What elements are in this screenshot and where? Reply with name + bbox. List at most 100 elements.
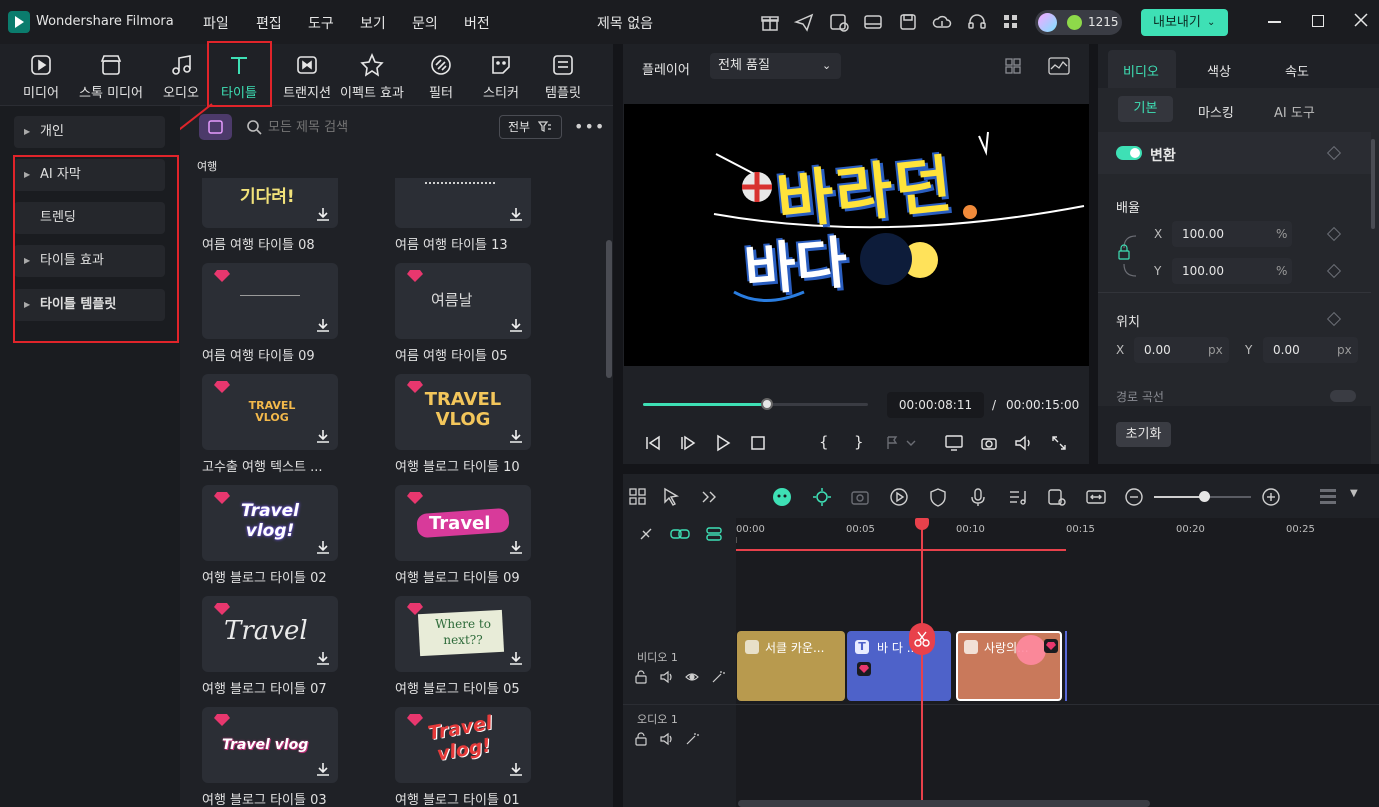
download-icon[interactable] — [507, 649, 525, 667]
zoom-out-icon[interactable] — [1123, 486, 1145, 508]
title-card[interactable] — [202, 263, 338, 339]
tab-media[interactable]: 미디어 — [6, 44, 76, 106]
cloud-upload-icon[interactable] — [931, 11, 953, 33]
scale-y-input[interactable]: 100.00 % — [1172, 258, 1292, 284]
timeline-ruler[interactable]: 00:00 00:05 00:10 00:15 00:20 00:25 — [736, 518, 1379, 551]
timeline-clip[interactable]: 서클 카운... — [737, 631, 845, 701]
position-x-input[interactable]: 0.00 px — [1134, 337, 1229, 363]
step-forward-icon[interactable] — [679, 434, 697, 452]
title-card[interactable]: Travel vlog! — [202, 485, 338, 561]
subtab-basic[interactable]: 기본 — [1118, 96, 1173, 122]
schedule-icon[interactable] — [828, 11, 850, 33]
props-tab-video[interactable]: 비디오 — [1108, 50, 1176, 88]
expand-more-icon[interactable] — [699, 486, 721, 508]
audio-track-icon[interactable] — [1007, 486, 1029, 508]
aspect-lock-icon[interactable] — [1116, 234, 1142, 278]
microphone-icon[interactable] — [967, 486, 989, 508]
track-visibility-eye-icon[interactable] — [685, 670, 699, 684]
download-icon[interactable] — [314, 538, 332, 556]
volume-icon[interactable] — [1014, 434, 1034, 452]
split-scissors-button[interactable] — [909, 623, 935, 655]
tab-stickers[interactable]: 스티커 — [466, 44, 536, 106]
position-y-input[interactable]: 0.00 px — [1263, 337, 1358, 363]
scale-x-input[interactable]: 100.00 % — [1172, 221, 1292, 247]
track-magic-icon[interactable] — [711, 670, 725, 684]
download-icon[interactable] — [507, 538, 525, 556]
more-options-icon[interactable]: ••• — [574, 117, 605, 136]
tab-transitions[interactable]: 트랜지션 — [272, 44, 342, 106]
download-icon[interactable] — [507, 205, 525, 223]
mark-in-icon[interactable]: { — [819, 433, 829, 451]
timeline-clip-selected[interactable]: 사랑의... — [956, 631, 1062, 701]
download-icon[interactable] — [507, 760, 525, 778]
path-curve-toggle[interactable] — [1330, 390, 1356, 402]
mark-out-icon[interactable]: } — [854, 433, 864, 451]
camera-record-icon[interactable] — [849, 486, 871, 508]
subtab-ai-tools[interactable]: AI 도구 — [1274, 102, 1315, 121]
transform-toggle[interactable] — [1116, 146, 1142, 160]
playhead-knob[interactable] — [760, 398, 773, 410]
gift-icon[interactable] — [759, 11, 781, 33]
zoom-in-icon[interactable] — [1260, 486, 1282, 508]
close-icon[interactable] — [1354, 13, 1368, 27]
track-magic-icon[interactable] — [685, 732, 699, 746]
link-clips-icon[interactable] — [669, 525, 691, 543]
menu-view[interactable]: 보기 — [360, 13, 386, 33]
download-icon[interactable] — [314, 205, 332, 223]
camera-snapshot-icon[interactable] — [980, 434, 998, 452]
export-button[interactable]: 내보내기 ⌄ — [1141, 9, 1228, 36]
download-icon[interactable] — [507, 427, 525, 445]
search-input[interactable] — [268, 114, 488, 140]
snapshot-marker-icon[interactable] — [885, 434, 917, 452]
select-grid-icon[interactable] — [627, 486, 649, 508]
menu-tools[interactable]: 도구 — [308, 13, 334, 33]
play-icon[interactable] — [714, 434, 732, 452]
ripple-edit-icon[interactable] — [703, 525, 725, 543]
track-lock-icon[interactable] — [634, 732, 648, 746]
track-density-icon[interactable] — [1317, 486, 1339, 508]
zoom-slider-track[interactable] — [1154, 491, 1251, 502]
download-icon[interactable] — [314, 427, 332, 445]
maximize-icon[interactable] — [1312, 15, 1324, 27]
download-icon[interactable] — [314, 649, 332, 667]
clip-settings-icon[interactable] — [1046, 486, 1068, 508]
step-back-icon[interactable] — [644, 434, 662, 452]
title-card[interactable]: 기다려! — [202, 178, 338, 228]
title-card[interactable]: Travel — [202, 596, 338, 672]
title-card[interactable] — [395, 178, 531, 228]
grid-scrollbar[interactable] — [606, 240, 612, 378]
layout-icon[interactable] — [862, 11, 884, 33]
zoom-slider-knob[interactable] — [1199, 491, 1210, 502]
snap-magnet-icon[interactable] — [637, 525, 655, 543]
send-icon[interactable] — [793, 11, 815, 33]
title-card[interactable]: Travel — [395, 485, 531, 561]
ai-assistant-icon[interactable] — [771, 486, 793, 508]
props-tab-color[interactable]: 색상 — [1207, 61, 1231, 80]
filter-button[interactable]: 전부 — [499, 115, 562, 139]
download-icon[interactable] — [507, 316, 525, 334]
credits-badge[interactable]: 1215 — [1035, 10, 1122, 35]
menu-version[interactable]: 버전 — [464, 13, 490, 33]
speed-ramp-icon[interactable] — [888, 486, 910, 508]
playback-progress-track[interactable] — [643, 398, 868, 410]
display-settings-icon[interactable] — [944, 434, 966, 452]
menu-file[interactable]: 파일 — [203, 13, 229, 33]
reset-button[interactable]: 초기화 — [1116, 422, 1171, 447]
auto-effect-icon[interactable] — [811, 486, 833, 508]
menu-help[interactable]: 문의 — [412, 13, 438, 33]
menu-edit[interactable]: 편집 — [256, 13, 282, 33]
support-headset-icon[interactable] — [966, 11, 988, 33]
video-preview[interactable]: 바라던 바다 — [624, 104, 1089, 366]
waveform-scope-icon[interactable] — [1048, 57, 1070, 75]
minimize-icon[interactable] — [1268, 21, 1281, 23]
grid-view-icon[interactable] — [1005, 58, 1027, 74]
track-mute-icon[interactable] — [660, 732, 674, 746]
timeline-scrollbar[interactable] — [738, 800, 1150, 807]
props-scrollbar[interactable] — [1371, 139, 1375, 229]
props-tab-speed[interactable]: 속도 — [1285, 61, 1309, 80]
title-card[interactable]: TRAVEL VLOG — [395, 374, 531, 450]
download-icon[interactable] — [314, 760, 332, 778]
track-mute-icon[interactable] — [660, 670, 674, 684]
download-icon[interactable] — [314, 316, 332, 334]
title-card[interactable]: Where to next?? — [395, 596, 531, 672]
